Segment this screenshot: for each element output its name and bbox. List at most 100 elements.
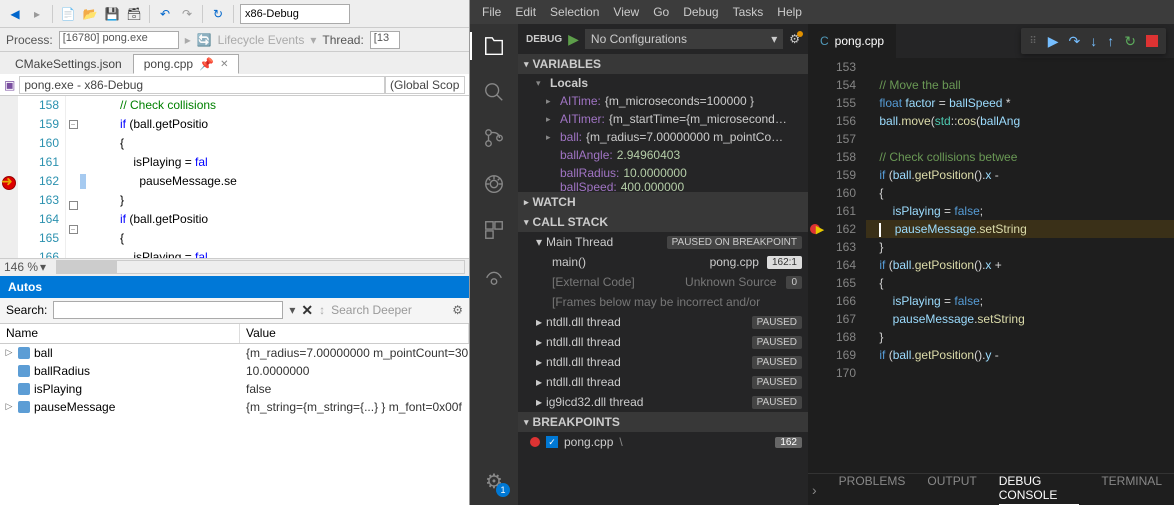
- fold-gutter[interactable]: −: [66, 120, 80, 139]
- code-line[interactable]: isPlaying = false;: [866, 202, 1174, 220]
- source-control-icon[interactable]: [480, 124, 508, 152]
- panel-tab-debug-console[interactable]: DEBUG CONSOLE: [999, 474, 1080, 505]
- breakpoint-gutter[interactable]: [0, 191, 18, 210]
- menu-file[interactable]: File: [476, 3, 507, 21]
- code-line[interactable]: if (ball.getPosition().y -: [866, 346, 1174, 364]
- menu-edit[interactable]: Edit: [509, 3, 542, 21]
- bp-gutter[interactable]: [808, 328, 826, 346]
- code-line[interactable]: // Check collisions betwee: [866, 148, 1174, 166]
- restart-icon[interactable]: ↻: [1124, 33, 1136, 50]
- autos-search-input[interactable]: [53, 301, 283, 319]
- code-line[interactable]: if (ball.getPositio: [80, 115, 469, 134]
- save-icon[interactable]: 💾: [103, 5, 121, 23]
- breakpoint-gutter[interactable]: [0, 115, 18, 134]
- search-deeper-button[interactable]: Search Deeper: [331, 303, 412, 317]
- stop-icon[interactable]: [1146, 35, 1158, 47]
- variable-row[interactable]: ballRadius: 10.0000000: [518, 164, 808, 182]
- code-line[interactable]: float factor = ballSpeed *: [866, 94, 1174, 112]
- fold-gutter[interactable]: [66, 201, 80, 220]
- variable-row[interactable]: ballAngle: 2.94960403: [518, 146, 808, 164]
- fold-gutter[interactable]: −: [66, 225, 80, 244]
- fold-gutter[interactable]: [66, 177, 80, 196]
- autos-col-name[interactable]: Name: [0, 324, 240, 343]
- bp-gutter[interactable]: ▶: [808, 220, 826, 238]
- menu-help[interactable]: Help: [771, 3, 808, 21]
- debug-config-gear-icon[interactable]: ⚙: [789, 32, 800, 46]
- menu-go[interactable]: Go: [647, 3, 675, 21]
- breakpoint-gutter[interactable]: [0, 210, 18, 229]
- thread-row[interactable]: ▸ntdll.dll threadPAUSED: [518, 372, 808, 392]
- breakpoint-gutter[interactable]: [0, 134, 18, 153]
- code-line[interactable]: // Check collisions: [80, 96, 469, 115]
- variable-row[interactable]: ▸AITimer: {m_startTime={m_microsecond…: [518, 110, 808, 128]
- watch-section-header[interactable]: ▸WATCH: [518, 192, 808, 212]
- step-into-icon[interactable]: ↓: [1090, 33, 1097, 49]
- thread-select[interactable]: [13: [370, 31, 400, 49]
- autos-panel-title[interactable]: Autos: [0, 276, 469, 298]
- depth-icon[interactable]: ↕: [319, 303, 325, 317]
- bp-gutter[interactable]: [808, 112, 826, 130]
- nav-back-icon[interactable]: ◀: [6, 5, 24, 23]
- undo-icon[interactable]: ↶: [156, 5, 174, 23]
- locals-header[interactable]: ▾Locals: [518, 74, 808, 92]
- code-line[interactable]: if (ball.getPosition().x -: [866, 166, 1174, 184]
- breakpoint-gutter[interactable]: [0, 248, 18, 258]
- code-line[interactable]: if (ball.getPositio: [80, 210, 469, 229]
- code-line[interactable]: {: [80, 134, 469, 153]
- tab-pong-cpp-vscode[interactable]: Cpong.cpp: [808, 24, 896, 58]
- callstack-main-thread[interactable]: ▾Main ThreadPAUSED ON BREAKPOINT: [518, 232, 808, 252]
- new-file-icon[interactable]: 📄: [59, 5, 77, 23]
- bp-gutter[interactable]: [808, 148, 826, 166]
- config-select[interactable]: x86-Debug: [240, 4, 350, 24]
- tab-cmakesettings[interactable]: CMakeSettings.json: [4, 54, 133, 74]
- bp-gutter[interactable]: [808, 76, 826, 94]
- drag-grip-icon[interactable]: ⠿: [1029, 36, 1037, 47]
- thread-row[interactable]: ▸ntdll.dll threadPAUSED: [518, 332, 808, 352]
- breadcrumb-chevron-icon[interactable]: ›: [812, 482, 817, 498]
- code-line[interactable]: pauseMessage.se: [80, 172, 469, 191]
- fold-gutter[interactable]: [66, 158, 80, 177]
- bp-gutter[interactable]: [808, 238, 826, 256]
- thread-row[interactable]: ▸ig9icd32.dll threadPAUSED: [518, 392, 808, 412]
- menu-view[interactable]: View: [607, 3, 645, 21]
- breakpoint-gutter[interactable]: [0, 153, 18, 172]
- code-line[interactable]: [866, 58, 1174, 76]
- debug-floating-toolbar[interactable]: ⠿ ▶ ↷ ↓ ↑ ↻: [1021, 28, 1166, 54]
- variables-section-header[interactable]: ▾VARIABLES: [518, 54, 808, 74]
- callstack-section-header[interactable]: ▾CALL STACK: [518, 212, 808, 232]
- scope-project[interactable]: pong.exe - x86-Debug: [19, 76, 385, 94]
- menu-debug[interactable]: Debug: [677, 3, 724, 21]
- breakpoint-row[interactable]: ✓ pong.cpp \ 162: [518, 432, 808, 452]
- thread-row[interactable]: ▸ntdll.dll threadPAUSED: [518, 312, 808, 332]
- code-line[interactable]: }: [80, 191, 469, 210]
- menu-selection[interactable]: Selection: [544, 3, 605, 21]
- debug-icon[interactable]: [480, 170, 508, 198]
- autos-row[interactable]: ▷ball{m_radius=7.00000000 m_pointCount=3…: [0, 344, 469, 362]
- live-share-icon[interactable]: [480, 262, 508, 290]
- breakpoint-checkbox[interactable]: ✓: [546, 436, 558, 448]
- panel-tab-problems[interactable]: PROBLEMS: [839, 474, 906, 505]
- bp-gutter[interactable]: [808, 274, 826, 292]
- fold-gutter[interactable]: [66, 139, 80, 158]
- fold-gutter[interactable]: [66, 96, 80, 115]
- gear-icon[interactable]: ⚙: [452, 303, 463, 317]
- code-line[interactable]: {: [866, 274, 1174, 292]
- extensions-icon[interactable]: [480, 216, 508, 244]
- code-line[interactable]: [866, 130, 1174, 148]
- bp-gutter[interactable]: [808, 310, 826, 328]
- save-all-icon[interactable]: 🗃: [125, 5, 143, 23]
- bp-gutter[interactable]: [808, 130, 826, 148]
- continue-icon[interactable]: ▶: [1048, 33, 1059, 50]
- code-line[interactable]: isPlaying = fal: [80, 248, 469, 258]
- debug-config-select[interactable]: No Configurations▾: [585, 29, 783, 49]
- bp-gutter[interactable]: [808, 184, 826, 202]
- bp-gutter[interactable]: [808, 58, 826, 76]
- breakpoint-gutter[interactable]: [0, 96, 18, 115]
- scope-global[interactable]: (Global Scop: [385, 76, 465, 94]
- code-line[interactable]: ball.move(std::cos(ballAng: [866, 112, 1174, 130]
- callstack-external[interactable]: [External Code]Unknown Source0: [518, 272, 808, 292]
- panel-tab-output[interactable]: OUTPUT: [927, 474, 976, 505]
- clear-icon[interactable]: ✕: [301, 302, 313, 319]
- settings-gear-icon[interactable]: ⚙1: [480, 467, 508, 495]
- horizontal-scrollbar[interactable]: [56, 260, 465, 274]
